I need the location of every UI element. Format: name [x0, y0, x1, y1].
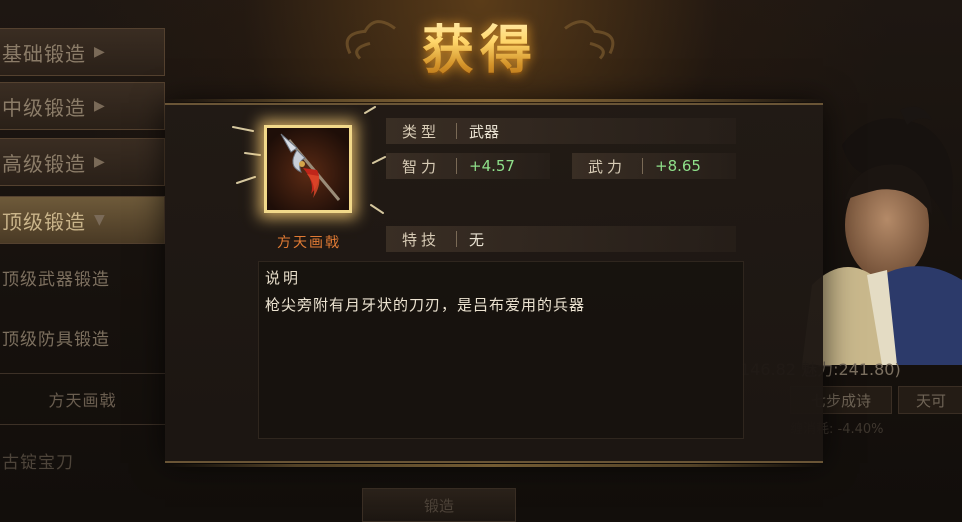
item-icon-frame[interactable] — [264, 125, 352, 213]
sub-item-top-weapon-forge[interactable]: 顶级武器锻造 — [0, 252, 167, 302]
menu-item-advanced-forge[interactable]: 高级锻造 ▶ — [0, 138, 165, 186]
divider — [456, 158, 457, 174]
item-name: 方天画戟 — [277, 235, 341, 251]
sub-item-label: 顶级武器锻造 — [2, 269, 110, 290]
menu-item-intermediate-forge[interactable]: 中级锻造 ▶ — [0, 82, 165, 130]
chevron-down-icon: ▼ — [94, 212, 106, 228]
sub-item-top-armor-forge[interactable]: 顶级防具锻造 — [0, 312, 167, 362]
attr-label: 特技 — [401, 230, 440, 249]
dialog-trim-bottom — [165, 464, 823, 467]
sub-item-label: 方天画戟 — [48, 391, 117, 410]
divider — [456, 123, 457, 139]
menu-item-label: 中级锻造 — [2, 95, 86, 120]
attr-label: 类型 — [401, 122, 440, 141]
attr-value: +8.65 — [655, 157, 701, 175]
skill-button-tianke[interactable]: 天可 — [898, 386, 962, 414]
attr-value: +4.57 — [469, 157, 515, 175]
attr-label: 智力 — [401, 157, 440, 176]
menu-item-label: 顶级锻造 — [2, 209, 86, 234]
menu-item-label: 基础锻造 — [2, 41, 86, 66]
description-box — [258, 261, 744, 439]
attr-row-intelligence: 智力 +4.57 — [386, 153, 550, 179]
description-text: 枪尖旁附有月牙状的刀刃，是吕布爱用的兵器 — [265, 296, 586, 314]
attr-value: 无 — [469, 230, 485, 249]
menu-item-label: 高级锻造 — [2, 151, 86, 176]
chevron-right-icon: ▶ — [94, 98, 106, 114]
attr-label: 武力 — [587, 157, 626, 176]
attr-row-type: 类型 武器 — [386, 118, 736, 144]
description-heading: 说明 — [265, 269, 302, 287]
divider — [642, 158, 643, 174]
attr-row-skill: 特技 无 — [386, 226, 736, 252]
sub-item-ancient-saber[interactable]: 古锭宝刀 — [0, 435, 167, 485]
sub-item-label: 古锭宝刀 — [2, 452, 74, 473]
halberd-icon — [267, 128, 349, 210]
dialog-title-banner: 获得 — [330, 0, 630, 90]
attr-row-strength: 武力 +8.65 — [572, 153, 736, 179]
dialog-title: 获得 — [422, 8, 538, 83]
attr-value: 武器 — [469, 122, 500, 141]
dialog-trim-top — [165, 99, 823, 102]
sub-item-label: 顶级防具锻造 — [2, 329, 110, 350]
forge-button[interactable]: 锻造 — [362, 488, 516, 522]
menu-item-top-forge[interactable]: 顶级锻造 ▼ — [0, 196, 165, 244]
chevron-right-icon: ▶ — [94, 44, 106, 60]
divider — [456, 231, 457, 247]
menu-item-basic-forge[interactable]: 基础锻造 ▶ — [0, 28, 165, 76]
sub-item-fangtian-halberd[interactable]: 方天画戟 — [0, 373, 165, 425]
chevron-right-icon: ▶ — [94, 154, 106, 170]
